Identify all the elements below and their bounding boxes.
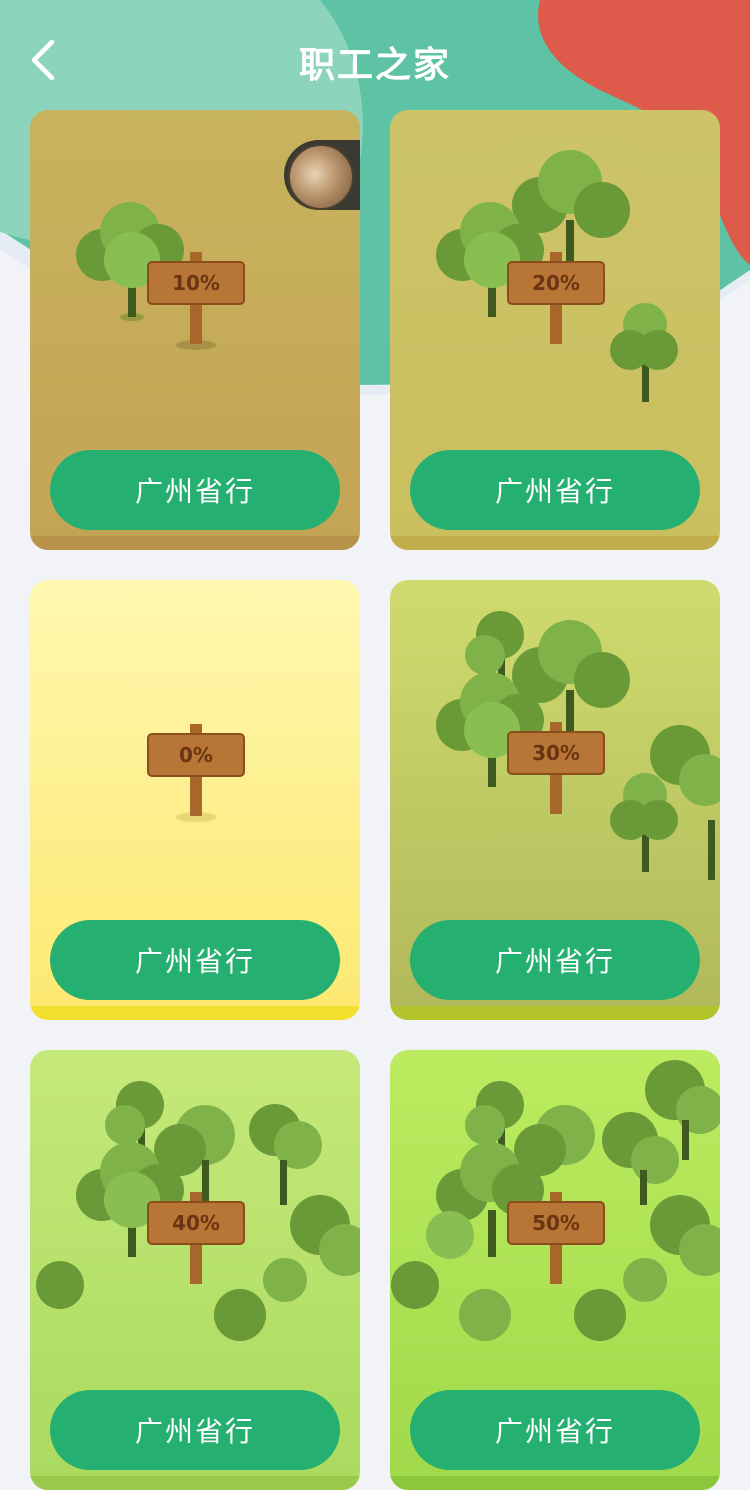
card-base <box>390 1476 720 1490</box>
branch-button[interactable]: 广州省行 <box>50 1390 340 1470</box>
progress-label: 0% <box>179 743 213 767</box>
progress-label: 20% <box>532 271 580 295</box>
progress-label: 50% <box>532 1211 580 1235</box>
card-base <box>30 1006 360 1020</box>
card-base <box>390 1006 720 1020</box>
card-base <box>390 536 720 550</box>
progress-label: 30% <box>532 741 580 765</box>
card-grid: 10% 广州省行 20% 广州省行 0% 广州省行 30% 广州省行 40% 广… <box>0 0 750 1490</box>
tree-card[interactable]: 0% 广州省行 <box>30 580 360 1020</box>
avatar[interactable] <box>284 140 360 210</box>
tree-card[interactable]: 20% 广州省行 <box>390 110 720 550</box>
progress-label: 40% <box>172 1211 220 1235</box>
branch-button[interactable]: 广州省行 <box>50 450 340 530</box>
branch-button[interactable]: 广州省行 <box>410 450 700 530</box>
owl-avatar-icon <box>288 144 354 210</box>
tree-card[interactable]: 40% 广州省行 <box>30 1050 360 1490</box>
tree-card[interactable]: 50% 广州省行 <box>390 1050 720 1490</box>
progress-label: 10% <box>172 271 220 295</box>
card-base <box>30 536 360 550</box>
branch-button[interactable]: 广州省行 <box>50 920 340 1000</box>
tree-card[interactable]: 30% 广州省行 <box>390 580 720 1020</box>
card-base <box>30 1476 360 1490</box>
tree-card[interactable]: 10% 广州省行 <box>30 110 360 550</box>
branch-button[interactable]: 广州省行 <box>410 1390 700 1470</box>
branch-button[interactable]: 广州省行 <box>410 920 700 1000</box>
